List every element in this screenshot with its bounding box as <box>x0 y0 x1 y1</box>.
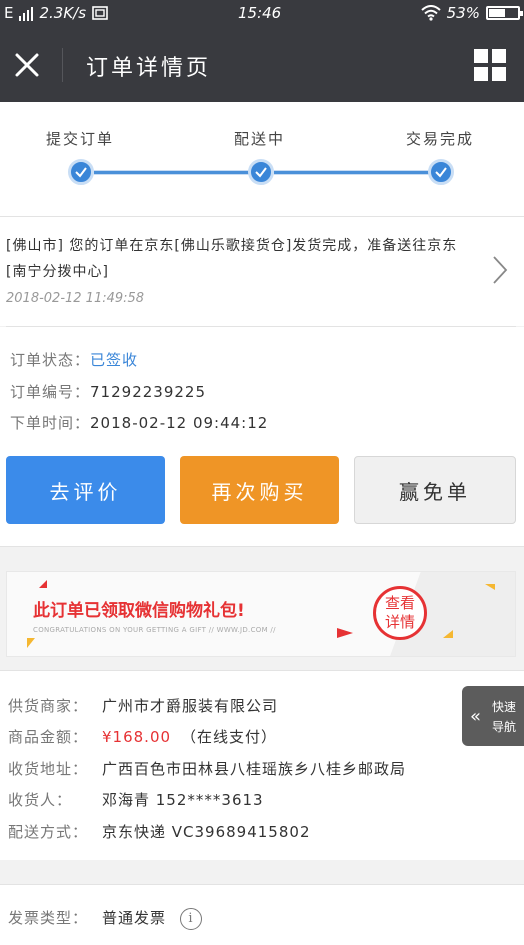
invoice-section: 发票类型： 普通发票 i <box>0 884 524 945</box>
delivery-value: 京东快递 VC39689415802 <box>102 823 311 841</box>
battery-icon <box>486 6 523 20</box>
signal-icon <box>19 5 34 21</box>
seller-value: 广州市才爵服装有限公司 <box>102 697 279 715</box>
order-progress: 提交订单 配送中 交易完成 <box>0 102 524 216</box>
quick-nav-button[interactable]: « 快速导航 <box>462 686 524 746</box>
confetti-icon <box>485 584 495 590</box>
invoice-type-label: 发票类型： <box>8 909 89 927</box>
network-speed: 2.3K/s <box>39 4 87 22</box>
step-label-shipping: 配送中 <box>234 130 286 148</box>
address-row: 收货地址： 广西百色市田林县八桂瑶族乡八桂乡邮政局 <box>8 758 406 779</box>
confetti-icon <box>443 630 453 638</box>
seller-label: 供货商家： <box>8 697 89 715</box>
order-time-row: 下单时间：2018-02-12 09:44:12 <box>10 412 268 433</box>
address-value: 广西百色市田林县八桂瑶族乡八桂乡邮政局 <box>102 760 407 778</box>
chevron-right-icon <box>493 256 508 284</box>
invoice-type-row: 发票类型： 普通发票 i <box>8 907 203 930</box>
view-details-button[interactable]: 查看 详情 <box>373 586 427 640</box>
chevron-double-left-icon: « <box>470 706 482 727</box>
order-number-row: 订单编号：71292239225 <box>10 381 206 402</box>
check-icon <box>248 159 274 185</box>
progress-line <box>274 170 430 175</box>
free-order-button[interactable]: 赢免单 <box>354 456 516 524</box>
amount-label: 商品金额： <box>8 728 89 746</box>
confetti-icon <box>39 580 47 588</box>
payment-note: （在线支付） <box>181 728 278 746</box>
status-bar: E 2.3K/s 15:46 53% <box>0 0 524 28</box>
order-status-value: 已签收 <box>90 351 139 369</box>
amount-row: 商品金额： ¥168.00 （在线支付） <box>8 726 277 747</box>
action-buttons: 去评价 再次购买 赢免单 <box>0 441 524 546</box>
screenshot-icon <box>92 6 108 20</box>
order-time-label: 下单时间： <box>10 414 91 432</box>
page-title: 订单详情页 <box>86 56 212 81</box>
address-label: 收货地址： <box>8 760 89 778</box>
delivery-label: 配送方式： <box>8 823 89 841</box>
banner-headline: 此订单已领取微信购物礼包! <box>33 601 245 621</box>
gift-banner-section: 此订单已领取微信购物礼包! CONGRATULATIONS ON YOUR GE… <box>0 546 524 670</box>
logistics-message: [佛山市] 您的订单在京东[佛山乐歌接货仓]发货完成，准备送往京东[南宁分拨中心… <box>6 238 458 280</box>
order-number-value: 71292239225 <box>90 383 206 401</box>
header-divider <box>62 48 63 82</box>
receiver-row: 收货人： 邓海青 152****3613 <box>8 789 264 810</box>
order-status-label: 订单状态： <box>10 351 91 369</box>
progress-line <box>94 170 250 175</box>
confetti-icon <box>337 628 353 638</box>
wifi-icon <box>420 5 441 21</box>
check-icon <box>428 159 454 185</box>
amount-value: ¥168.00 <box>102 728 172 746</box>
order-number-label: 订单编号： <box>10 383 91 401</box>
gift-banner[interactable]: 此订单已领取微信购物礼包! CONGRATULATIONS ON YOUR GE… <box>6 571 516 657</box>
header: 订单详情页 <box>0 28 524 102</box>
invoice-type-value: 普通发票 <box>102 909 167 927</box>
cta-line-2: 详情 <box>384 613 415 631</box>
review-button[interactable]: 去评价 <box>6 456 165 524</box>
cta-line-1: 查看 <box>384 594 415 612</box>
close-icon[interactable] <box>12 50 42 80</box>
step-label-completed: 交易完成 <box>406 130 475 148</box>
logistics-time: 2018-02-12 11:49:58 <box>6 291 145 306</box>
grid-menu-icon[interactable] <box>474 49 506 81</box>
order-time-value: 2018-02-12 09:44:12 <box>90 414 269 432</box>
order-details: 供货商家： 广州市才爵服装有限公司 商品金额： ¥168.00 （在线支付） 收货地址… <box>0 670 524 860</box>
check-icon <box>68 159 94 185</box>
order-info: 订单状态：已签收 订单编号：71292239225 下单时间：2018-02-1… <box>0 327 524 441</box>
banner-subtext: CONGRATULATIONS ON YOUR GETTING A GIFT /… <box>33 626 276 634</box>
delivery-row: 配送方式： 京东快递 VC39689415802 <box>8 821 310 842</box>
info-icon[interactable]: i <box>180 907 203 930</box>
receiver-label: 收货人： <box>8 791 73 809</box>
order-status-row: 订单状态：已签收 <box>10 349 138 370</box>
clock: 15:46 <box>238 4 282 22</box>
quick-nav-label: 快速导航 <box>492 700 517 734</box>
rebuy-button[interactable]: 再次购买 <box>180 456 339 524</box>
receiver-value: 邓海青 152****3613 <box>102 791 264 809</box>
seller-row: 供货商家： 广州市才爵服装有限公司 <box>8 695 278 716</box>
confetti-icon <box>27 638 35 648</box>
step-label-submitted: 提交订单 <box>46 130 115 148</box>
battery-percent: 53% <box>446 4 480 22</box>
logistics-tracking[interactable]: [佛山市] 您的订单在京东[佛山乐歌接货仓]发货完成，准备送往京东[南宁分拨中心… <box>0 216 524 326</box>
carrier-label: E <box>4 4 14 22</box>
